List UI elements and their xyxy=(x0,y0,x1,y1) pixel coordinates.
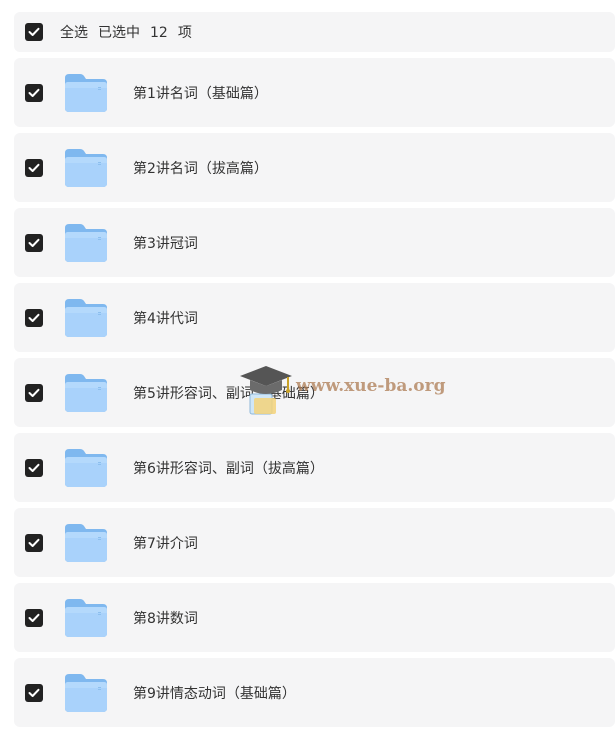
folder-icon xyxy=(65,373,107,412)
selected-prefix: 已选中 xyxy=(98,25,140,41)
file-row[interactable]: 第6讲形容词、副词（拔高篇） xyxy=(14,433,615,502)
folder-name[interactable]: 第5讲形容词、副词（基础篇） xyxy=(133,383,324,403)
folder-name[interactable]: 第2讲名词（拔高篇） xyxy=(133,158,268,178)
file-selection-page: 全选 已选中 12 项 第1讲名词（基础篇） 第2讲名词（拔高篇） 第3讲冠词 第4讲代词第… xyxy=(0,0,615,735)
check-icon xyxy=(28,238,40,247)
file-row[interactable]: 第1讲名词（基础篇） xyxy=(14,58,615,127)
folder-name[interactable]: 第4讲代词 xyxy=(133,308,198,328)
file-list: 第1讲名词（基础篇） 第2讲名词（拔高篇） 第3讲冠词第4讲代词第5讲形容词、副词（… xyxy=(14,58,615,733)
select-all-checkbox[interactable] xyxy=(25,23,43,41)
row-checkbox[interactable] xyxy=(25,683,43,702)
row-checkbox[interactable] xyxy=(25,533,43,552)
check-icon xyxy=(28,27,40,36)
row-checkbox[interactable] xyxy=(25,608,43,627)
folder-name[interactable]: 第1讲名词（基础篇） xyxy=(133,83,268,103)
row-checkbox[interactable] xyxy=(25,383,43,402)
folder-name[interactable]: 第7讲介词 xyxy=(133,533,198,553)
check-icon xyxy=(28,688,40,697)
check-icon xyxy=(28,163,40,172)
selected-suffix: 项 xyxy=(177,25,192,41)
folder-icon xyxy=(65,598,107,637)
folder-name[interactable]: 第8讲数词 xyxy=(133,608,198,628)
folder-icon xyxy=(65,523,107,562)
folder-name[interactable]: 第3讲冠词 xyxy=(133,233,198,253)
check-icon xyxy=(28,463,40,472)
row-checkbox[interactable] xyxy=(25,83,43,102)
file-row[interactable]: 第9讲情态动词（基础篇） xyxy=(14,658,615,727)
check-icon xyxy=(28,388,40,397)
selection-summary: 全选 已选中 12 项 xyxy=(60,22,192,42)
file-row[interactable]: 第4讲代词 xyxy=(14,283,615,352)
file-row[interactable]: 第2讲名词（拔高篇） xyxy=(14,133,615,202)
row-checkbox[interactable] xyxy=(25,308,43,327)
folder-icon xyxy=(65,148,107,187)
folder-name[interactable]: 第9讲情态动词（基础篇） xyxy=(133,683,296,703)
check-icon xyxy=(28,613,40,622)
folder-icon xyxy=(65,223,107,262)
file-row[interactable]: 第8讲数词 xyxy=(14,583,615,652)
folder-icon xyxy=(65,448,107,487)
file-row[interactable]: 第7讲介词 xyxy=(14,508,615,577)
select-all-label[interactable]: 全选 xyxy=(60,25,88,41)
row-checkbox[interactable] xyxy=(25,458,43,477)
file-row[interactable]: 第5讲形容词、副词（基础篇） xyxy=(14,358,615,427)
folder-name[interactable]: 第6讲形容词、副词（拔高篇） xyxy=(133,458,324,478)
check-icon xyxy=(28,88,40,97)
row-checkbox[interactable] xyxy=(25,233,43,252)
check-icon xyxy=(28,538,40,547)
folder-icon xyxy=(65,298,107,337)
selection-header: 全选 已选中 12 项 xyxy=(14,12,615,52)
check-icon xyxy=(28,313,40,322)
selected-count: 12 xyxy=(150,25,168,41)
file-row[interactable]: 第3讲冠词 xyxy=(14,208,615,277)
row-checkbox[interactable] xyxy=(25,158,43,177)
folder-icon xyxy=(65,673,107,712)
folder-icon xyxy=(65,73,107,112)
